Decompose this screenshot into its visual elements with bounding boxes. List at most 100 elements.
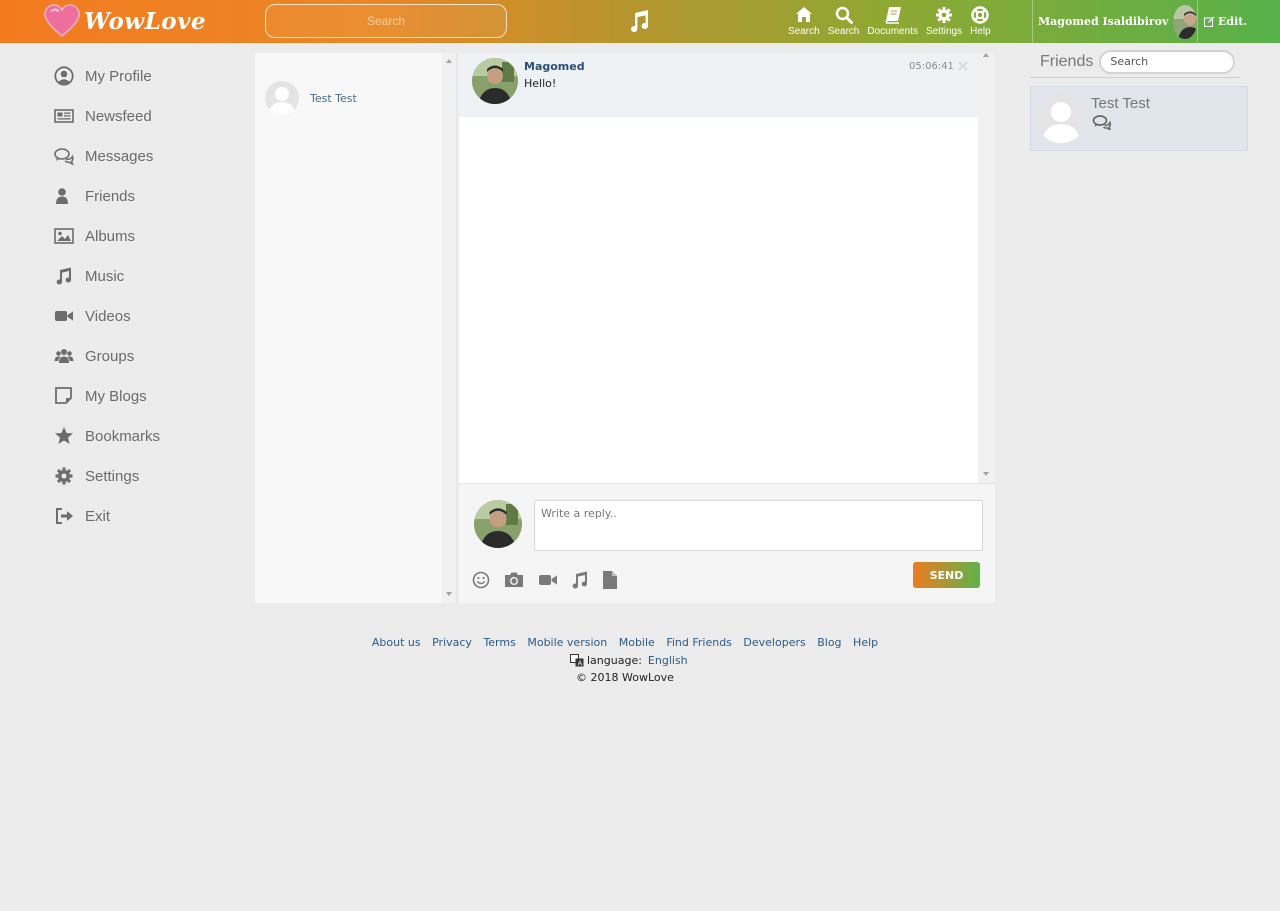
message-time: 05:06:41 bbox=[909, 61, 954, 72]
scroll-down-arrow[interactable] bbox=[982, 472, 989, 476]
group-icon bbox=[54, 349, 74, 363]
close-icon[interactable] bbox=[957, 60, 969, 72]
footer-link-about[interactable]: About us bbox=[372, 636, 421, 649]
search-icon bbox=[835, 6, 853, 24]
friends-panel: Friends Test Test bbox=[1030, 46, 1248, 151]
dialogs-list: Test Test bbox=[255, 53, 457, 603]
scroll-down-arrow[interactable] bbox=[445, 592, 452, 596]
nav-search-label: Search bbox=[827, 26, 860, 37]
sidebar-item-label: Messages bbox=[85, 147, 154, 165]
sidebar-item-videos[interactable]: Videos bbox=[54, 296, 244, 336]
footer-link-help[interactable]: Help bbox=[853, 636, 878, 649]
sidebar-item-settings[interactable]: Settings bbox=[54, 456, 244, 496]
chat-bubbles-icon[interactable] bbox=[1092, 114, 1112, 130]
music-note-icon bbox=[572, 571, 588, 589]
edit-label: Edit. bbox=[1218, 15, 1248, 28]
message-item: Magomed Hello! 05:06:41 bbox=[459, 53, 978, 117]
attach-photo-button[interactable] bbox=[504, 570, 524, 590]
footer-link-developers[interactable]: Developers bbox=[743, 636, 805, 649]
emoji-button[interactable] bbox=[471, 570, 491, 590]
nav-documents-button[interactable]: Documents bbox=[867, 6, 918, 38]
note-icon bbox=[55, 387, 72, 404]
friends-header: Friends bbox=[1030, 46, 1240, 78]
footer-link-mobile-version[interactable]: Mobile version bbox=[527, 636, 607, 649]
friends-search-input[interactable] bbox=[1099, 49, 1236, 74]
dialog-item[interactable]: Test Test bbox=[265, 81, 357, 115]
scroll-up-arrow[interactable] bbox=[445, 59, 452, 63]
heart-logo-icon bbox=[44, 4, 80, 37]
footer-link-find-friends[interactable]: Find Friends bbox=[666, 636, 732, 649]
sidebar-item-label: Settings bbox=[85, 467, 140, 485]
attach-document-button[interactable] bbox=[600, 570, 620, 590]
video-camera-icon bbox=[539, 575, 557, 585]
nav-settings-label: Settings bbox=[925, 26, 963, 37]
reply-textarea[interactable] bbox=[534, 500, 983, 551]
footer-link-terms[interactable]: Terms bbox=[483, 636, 515, 649]
footer-link-blog[interactable]: Blog bbox=[817, 636, 841, 649]
gear-icon bbox=[936, 7, 953, 23]
friend-item[interactable]: Test Test bbox=[1030, 86, 1248, 151]
logo[interactable]: WowLove bbox=[44, 4, 206, 38]
sidebar-item-music[interactable]: Music bbox=[54, 256, 244, 296]
language-selector: A language: English bbox=[570, 654, 688, 667]
sidebar-item-my-blogs[interactable]: My Blogs bbox=[54, 376, 244, 416]
sidebar-item-label: Music bbox=[85, 267, 125, 285]
scroll-up-arrow[interactable] bbox=[982, 53, 989, 57]
attach-video-button[interactable] bbox=[538, 570, 558, 590]
edit-icon bbox=[1204, 16, 1215, 27]
user-name: Magomed Isaldibirov bbox=[1038, 15, 1169, 28]
book-icon bbox=[884, 7, 901, 24]
smile-icon bbox=[472, 571, 490, 589]
send-button[interactable]: SEND bbox=[913, 562, 980, 588]
attach-audio-button[interactable] bbox=[570, 570, 590, 590]
sidebar-item-groups[interactable]: Groups bbox=[54, 336, 244, 376]
brand-name: WowLove bbox=[84, 7, 207, 35]
chat-scrollbar[interactable] bbox=[978, 53, 995, 483]
sidebar-item-messages[interactable]: Messages bbox=[54, 136, 244, 176]
nav-settings-button[interactable]: Settings bbox=[926, 6, 962, 38]
nav-home-button[interactable]: Search bbox=[788, 6, 820, 38]
sidebar-item-friends[interactable]: Friends bbox=[54, 176, 244, 216]
language-link[interactable]: English bbox=[648, 654, 688, 667]
music-player-icon[interactable] bbox=[628, 9, 650, 33]
composer-avatar bbox=[474, 500, 522, 548]
chat-bubbles-icon bbox=[54, 148, 74, 166]
video-camera-icon bbox=[55, 311, 73, 321]
edit-profile-link[interactable]: Edit. bbox=[1197, 0, 1280, 43]
copyright: © 2018 WowLove bbox=[576, 671, 674, 684]
sidebar-item-exit[interactable]: Exit bbox=[54, 496, 244, 536]
sidebar-item-label: My Blogs bbox=[85, 387, 147, 405]
chat-panel: Magomed Hello! 05:06:41 SEND bbox=[459, 53, 995, 603]
sidebar-item-label: Videos bbox=[85, 307, 131, 325]
language-label: language: bbox=[587, 654, 642, 667]
friends-title: Friends bbox=[1040, 52, 1094, 70]
camera-icon bbox=[505, 572, 523, 587]
friend-avatar bbox=[1036, 93, 1086, 143]
sidebar-item-label: Newsfeed bbox=[85, 107, 152, 125]
sidebar-item-newsfeed[interactable]: Newsfeed bbox=[54, 96, 244, 136]
lifebuoy-icon bbox=[971, 6, 990, 24]
sidebar-item-my-profile[interactable]: My Profile bbox=[54, 56, 244, 96]
footer-link-mobile[interactable]: Mobile bbox=[619, 636, 655, 649]
file-icon bbox=[603, 571, 617, 589]
dialog-name: Test Test bbox=[310, 91, 357, 105]
sidebar-item-albums[interactable]: Albums bbox=[54, 216, 244, 256]
left-sidebar-menu: My Profile Newsfeed Messages Friends Alb… bbox=[54, 56, 244, 536]
sign-out-icon bbox=[56, 508, 73, 524]
message-author[interactable]: Magomed bbox=[524, 60, 585, 73]
dialog-avatar bbox=[265, 81, 299, 115]
nav-help-button[interactable]: Help bbox=[970, 6, 991, 38]
friend-name: Test Test bbox=[1091, 95, 1150, 112]
nav-home-label: Search bbox=[788, 26, 820, 37]
header-search-input[interactable] bbox=[265, 4, 507, 38]
nav-search-button[interactable]: Search bbox=[827, 6, 860, 38]
sidebar-item-bookmarks[interactable]: Bookmarks bbox=[54, 416, 244, 456]
user-avatar bbox=[1173, 4, 1197, 39]
footer-link-privacy[interactable]: Privacy bbox=[432, 636, 472, 649]
star-icon bbox=[55, 427, 73, 444]
dialogs-scrollbar[interactable] bbox=[442, 53, 456, 603]
user-profile-link[interactable]: Magomed Isaldibirov bbox=[1032, 0, 1197, 43]
music-note-icon bbox=[56, 267, 72, 285]
message-avatar[interactable] bbox=[472, 58, 518, 104]
message-text: Hello! bbox=[524, 77, 557, 90]
